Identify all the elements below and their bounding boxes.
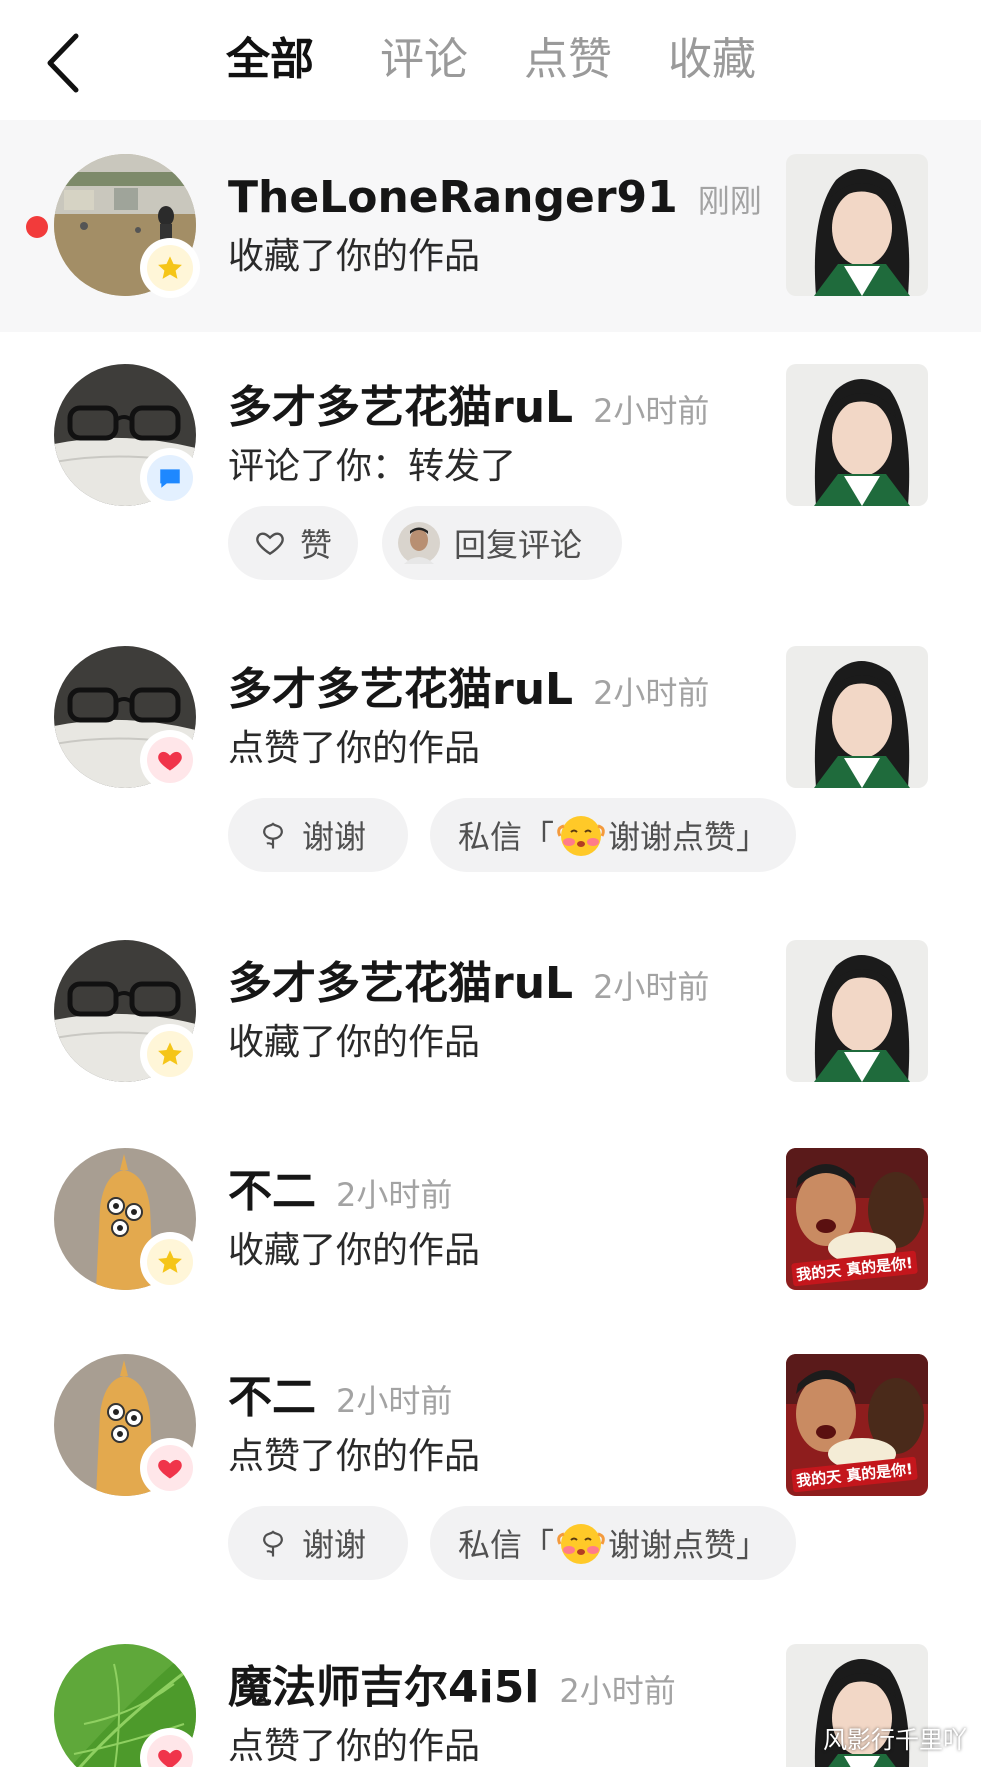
post-thumbnail[interactable]: 我的天 真的是你! bbox=[786, 1148, 928, 1290]
emoji-icon bbox=[557, 816, 605, 856]
action-text: 点赞了你的作品 bbox=[228, 1436, 481, 1477]
pm-label-suffix: 谢谢点赞」 bbox=[608, 1526, 769, 1564]
watermark: 风影行千里吖 bbox=[823, 1726, 967, 1754]
private-message-button[interactable]: 私信「 谢谢点赞」 bbox=[430, 798, 796, 872]
action-text: 点赞了你的作品 bbox=[228, 728, 481, 769]
favorite-badge bbox=[143, 1027, 197, 1081]
username-text: 多才多艺花猫ruL bbox=[228, 958, 574, 1009]
reply-comment-button[interactable]: 回复评论 bbox=[382, 506, 622, 580]
post-thumbnail[interactable] bbox=[786, 646, 928, 788]
action-text: 收藏了你的作品 bbox=[228, 1022, 481, 1063]
notification-item[interactable]: 多才多艺花猫ruL 2小时前 点赞了你的作品 谢谢 私信「 谢谢点赞」 bbox=[0, 622, 981, 916]
thanks-button[interactable]: 谢谢 bbox=[228, 1506, 408, 1580]
username-text: 魔法师吉尔4i5l bbox=[228, 1662, 540, 1713]
star-icon bbox=[158, 256, 182, 279]
notification-item[interactable]: 多才多艺花猫ruL 2小时前 收藏了你的作品 bbox=[0, 916, 981, 1122]
timestamp: 2小时前 bbox=[559, 1672, 676, 1710]
username[interactable]: 魔法师吉尔4i5l 2小时前 bbox=[228, 1660, 676, 1719]
unread-dot bbox=[26, 216, 48, 238]
username-text: 多才多艺花猫ruL bbox=[228, 664, 574, 715]
heart-icon bbox=[158, 1749, 182, 1767]
flower-icon bbox=[263, 1530, 283, 1557]
timestamp: 2小时前 bbox=[593, 968, 710, 1006]
action-text: 点赞了你的作品 bbox=[228, 1726, 481, 1767]
reply-label: 回复评论 bbox=[454, 526, 583, 564]
username[interactable]: 不二 2小时前 bbox=[228, 1370, 452, 1429]
pm-label-prefix: 私信「 bbox=[458, 818, 555, 856]
post-thumbnail[interactable] bbox=[786, 364, 928, 506]
favorite-badge bbox=[143, 1235, 197, 1289]
top-nav-bar: 全部 评论 点赞 收藏 bbox=[0, 0, 981, 120]
comment-icon bbox=[160, 469, 180, 488]
username[interactable]: 不二 2小时前 bbox=[228, 1164, 452, 1223]
notification-item[interactable]: 不二 2小时前 点赞了你的作品 我的天 真的是你! 谢谢 私信「 谢谢点赞」 bbox=[0, 1328, 981, 1618]
username[interactable]: 多才多艺花猫ruL 2小时前 bbox=[228, 662, 709, 721]
notification-item[interactable]: TheLoneRanger91 刚刚 收藏了你的作品 bbox=[0, 120, 981, 332]
star-icon bbox=[158, 1250, 182, 1273]
action-text: 收藏了你的作品 bbox=[228, 1230, 481, 1271]
timestamp: 2小时前 bbox=[593, 674, 710, 712]
tab-comments[interactable]: 评论 bbox=[380, 28, 468, 92]
username-text: 不二 bbox=[228, 1372, 316, 1423]
emoji-icon bbox=[557, 1524, 605, 1564]
pm-label-prefix: 私信「 bbox=[458, 1526, 555, 1564]
thanks-label: 谢谢 bbox=[302, 818, 367, 856]
timestamp: 2小时前 bbox=[336, 1176, 453, 1214]
username-text: TheLoneRanger91 bbox=[228, 172, 678, 223]
username[interactable]: TheLoneRanger91 刚刚 bbox=[228, 170, 762, 229]
back-button[interactable] bbox=[40, 28, 100, 98]
timestamp: 2小时前 bbox=[336, 1382, 453, 1420]
comment-badge bbox=[143, 451, 197, 505]
tab-favorites[interactable]: 收藏 bbox=[668, 28, 756, 92]
like-button[interactable]: 赞 bbox=[228, 506, 358, 580]
like-label: 赞 bbox=[300, 526, 333, 564]
action-text: 评论了你：转发了 bbox=[228, 446, 517, 487]
private-message-button[interactable]: 私信「 谢谢点赞」 bbox=[430, 1506, 796, 1580]
timestamp: 刚刚 bbox=[697, 182, 762, 220]
thanks-label: 谢谢 bbox=[302, 1526, 367, 1564]
action-text: 收藏了你的作品 bbox=[228, 236, 481, 277]
flower-icon bbox=[263, 822, 283, 849]
notification-item[interactable]: 不二 2小时前 收藏了你的作品 我的天 真的是你! bbox=[0, 1122, 981, 1328]
username[interactable]: 多才多艺花猫ruL 2小时前 bbox=[228, 956, 709, 1015]
heart-icon bbox=[158, 751, 182, 771]
username[interactable]: 多才多艺花猫ruL 2小时前 bbox=[228, 380, 709, 439]
heart-outline-icon bbox=[256, 532, 284, 556]
pm-label-suffix: 谢谢点赞」 bbox=[608, 818, 769, 856]
like-badge bbox=[143, 1441, 197, 1495]
thanks-button[interactable]: 谢谢 bbox=[228, 798, 408, 872]
post-thumbnail[interactable] bbox=[786, 154, 928, 296]
post-thumbnail[interactable] bbox=[786, 940, 928, 1082]
like-badge bbox=[143, 733, 197, 787]
star-icon bbox=[158, 1042, 182, 1065]
chevron-left-icon bbox=[47, 33, 79, 93]
tab-all[interactable]: 全部 bbox=[226, 28, 314, 92]
small-avatar bbox=[398, 522, 440, 564]
username-text: 多才多艺花猫ruL bbox=[228, 382, 574, 433]
favorite-badge bbox=[143, 241, 197, 295]
timestamp: 2小时前 bbox=[593, 392, 710, 430]
tab-likes[interactable]: 点赞 bbox=[524, 28, 612, 92]
post-thumbnail[interactable]: 我的天 真的是你! bbox=[786, 1354, 928, 1496]
heart-icon bbox=[158, 1459, 182, 1479]
username-text: 不二 bbox=[228, 1166, 316, 1217]
